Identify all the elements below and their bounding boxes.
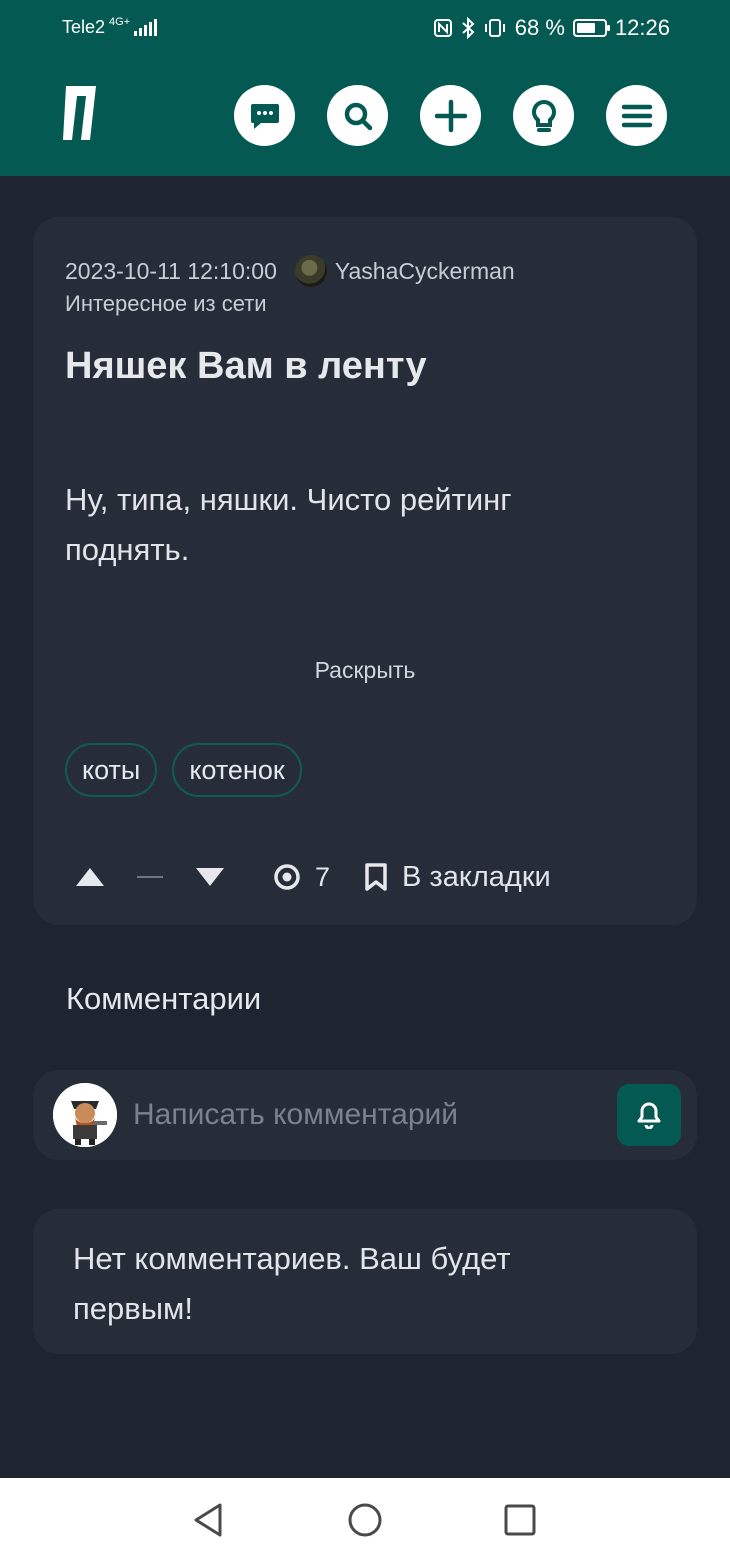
tag-list: коты котенок [65, 743, 302, 797]
back-button[interactable] [188, 1500, 228, 1540]
user-avatar[interactable] [53, 1083, 117, 1147]
tag-chip[interactable]: котенок [172, 743, 302, 797]
post-meta: 2023-10-11 12:10:00 YashaCyckerman [65, 255, 515, 287]
messages-button[interactable] [234, 85, 295, 146]
recents-square-icon [504, 1504, 536, 1536]
views-count: 7 [315, 861, 331, 892]
post-date: 2023-10-11 12:10:00 [65, 257, 277, 284]
status-bar: Tele2 4G+ 68 % 12:26 [0, 0, 730, 56]
header-actions [234, 85, 667, 146]
post-category[interactable]: Интересное из сети [65, 291, 267, 317]
home-circle-icon [348, 1503, 382, 1537]
post-title[interactable]: Няшек Вам в ленту [65, 345, 427, 388]
nfc-icon [433, 19, 452, 37]
ideas-button[interactable] [513, 85, 574, 146]
author-avatar[interactable] [294, 255, 327, 287]
search-button[interactable] [327, 85, 388, 146]
views-counter: 7 [273, 862, 330, 893]
upvote-button[interactable] [73, 860, 107, 894]
clock: 12:26 [614, 15, 670, 40]
user-avatar-image [53, 1083, 117, 1147]
status-right: 68 % 12:26 [433, 15, 670, 41]
battery-icon [572, 19, 610, 37]
search-icon [344, 102, 372, 130]
bell-icon [637, 1102, 661, 1129]
menu-button[interactable] [606, 85, 667, 146]
chat-icon [250, 103, 279, 129]
menu-icon [621, 104, 652, 127]
triangle-down-icon [196, 868, 224, 886]
plus-icon [434, 99, 467, 132]
expand-button[interactable]: Раскрыть [33, 657, 697, 684]
downvote-button[interactable] [193, 860, 227, 894]
recents-button[interactable] [500, 1500, 540, 1540]
post-card: 2023-10-11 12:10:00 YashaCyckerman Интер… [33, 217, 697, 925]
bluetooth-icon [462, 17, 475, 39]
bookmark-icon [365, 863, 387, 891]
home-button[interactable] [345, 1500, 385, 1540]
vibrate-icon [484, 19, 505, 37]
app-header: Tele2 4G+ 68 % 12:26 [0, 0, 730, 176]
comment-input[interactable] [133, 1088, 603, 1142]
subscribe-button[interactable] [617, 1084, 681, 1146]
author-name[interactable]: YashaCyckerman [335, 258, 515, 285]
tag-chip[interactable]: коты [65, 743, 158, 797]
rating-placeholder [137, 876, 163, 878]
signal-icon [134, 18, 158, 36]
no-comments-card: Нет комментариев. Ваш будет первым! [33, 1209, 697, 1354]
no-comments-text: Нет комментариев. Ваш будет первым! [73, 1241, 511, 1326]
triangle-up-icon [76, 868, 104, 886]
status-left: Tele2 4G+ [62, 15, 158, 38]
lightbulb-icon [531, 99, 556, 132]
network-type: 4G+ [109, 15, 131, 28]
comments-heading: Комментарии [66, 981, 262, 1016]
back-triangle-icon [194, 1503, 222, 1537]
bookmark-label: В закладки [402, 860, 551, 893]
logo-icon[interactable] [60, 86, 96, 140]
comment-composer [33, 1070, 697, 1160]
bookmark-button[interactable]: В закладки [364, 861, 551, 894]
create-post-button[interactable] [420, 85, 481, 146]
eye-target-icon [274, 864, 300, 890]
carrier-label: Tele2 [62, 17, 106, 37]
post-actions: 7 В закладки [73, 857, 551, 897]
system-nav-bar [0, 1478, 730, 1562]
post-body: Ну, типа, няшки. Чисто рейтинг поднять. [65, 482, 512, 567]
battery-percent: 68 % [514, 15, 565, 40]
